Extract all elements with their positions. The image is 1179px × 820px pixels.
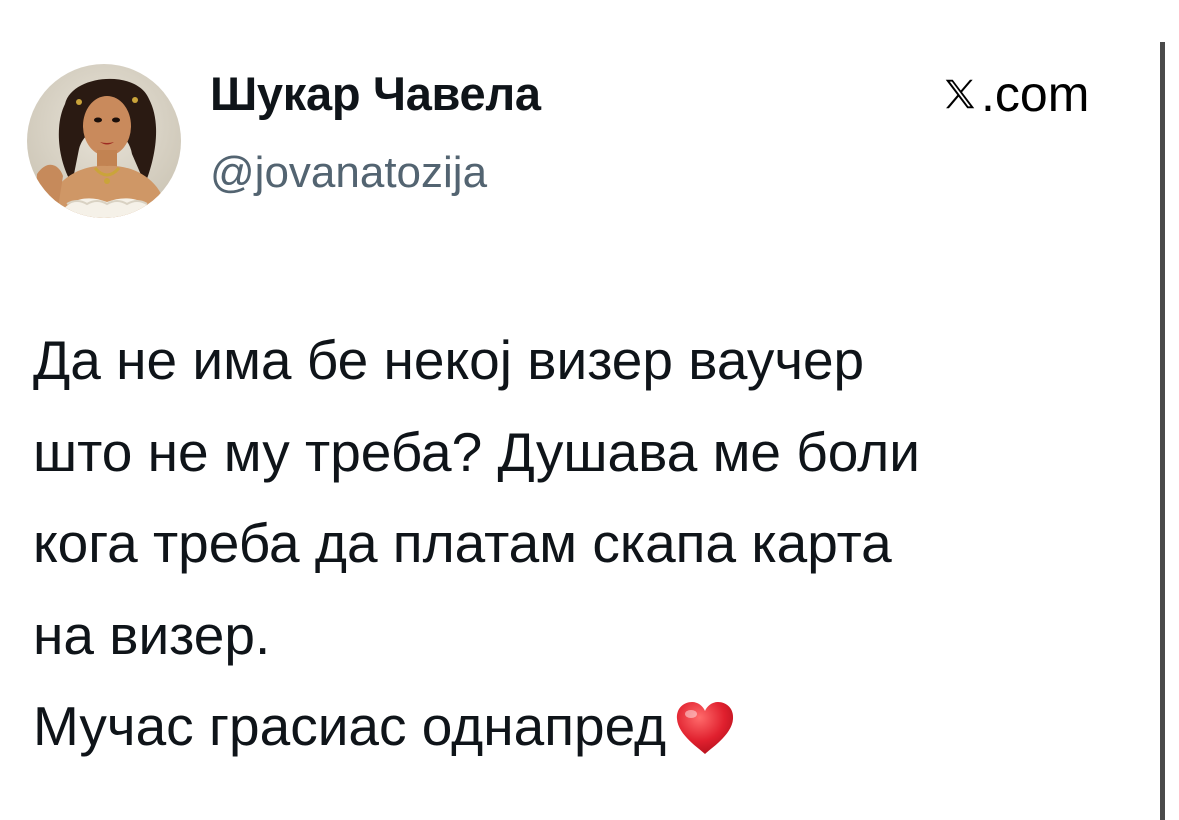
author-name[interactable]: Шукар Чавела [210,66,541,122]
heart-icon [676,702,734,754]
x-logo-icon [945,79,975,109]
author-handle[interactable]: @jovanatozija [210,146,487,200]
scrollbar[interactable] [1160,42,1165,820]
tweet-text: Да не има бе некој визер ваучер што не м… [33,315,1148,773]
source-label: .com [981,66,1090,122]
tweet-text-line-last: Мучас грасиас однапред [33,681,1148,773]
tweet-text-line-content: Мучас грасиас однапред [33,695,667,757]
tweet-text-line: на визер. [33,603,271,666]
source-link[interactable]: .com [941,66,1089,122]
tweet-text-line: што не му треба? Душава ме боли [33,420,920,483]
tweet-text-line: кога треба да платам скапа карта [33,512,892,574]
avatar-portrait-image [27,64,181,218]
tweet-text-line: Да не има бе некој визер ваучер [33,329,865,391]
avatar[interactable] [27,64,181,218]
